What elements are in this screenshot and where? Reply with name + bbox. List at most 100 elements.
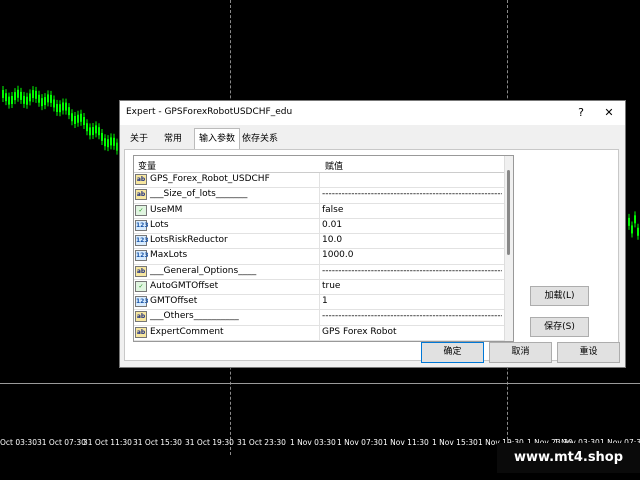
- save-button[interactable]: 保存(S): [530, 317, 589, 337]
- grid-header: 变量 赋值: [134, 156, 504, 173]
- candle-body: [92, 127, 94, 136]
- scrollbar-thumb[interactable]: [507, 170, 510, 255]
- parameter-value[interactable]: 0.01: [322, 220, 502, 230]
- parameter-value[interactable]: GPS Forex Robot: [322, 327, 502, 337]
- parameter-name-cell: 123 LotsRiskReductor: [134, 234, 320, 249]
- column-header-value[interactable]: 赋值: [325, 159, 343, 172]
- load-button-label: 加载(L): [544, 291, 575, 301]
- load-button[interactable]: 加载(L): [530, 286, 589, 306]
- string-type-icon: ab: [135, 265, 147, 277]
- column-header-variable[interactable]: 变量: [138, 159, 156, 172]
- candle-body: [26, 96, 28, 105]
- parameter-name: GPS_Forex_Robot_USDCHF: [150, 174, 270, 184]
- candle-body: [5, 93, 7, 102]
- candle-body: [107, 139, 109, 148]
- candle-body: [631, 225, 633, 234]
- time-axis-tick-label: 31 Oct 23:30: [237, 438, 286, 447]
- time-axis-tick-label: 1 Nov 15:30: [432, 438, 478, 447]
- time-axis-tick-label: 31 Oct 19:30: [185, 438, 234, 447]
- parameter-row[interactable]: 123 Lots 0.01: [134, 218, 504, 234]
- time-axis-tick-label: 31 Oct 11:30: [83, 438, 132, 447]
- candle-body: [62, 102, 64, 111]
- number-type-icon: 123: [135, 219, 149, 231]
- close-icon[interactable]: ✕: [600, 104, 618, 122]
- parameter-name: MaxLots: [150, 250, 188, 261]
- candle-body: [23, 95, 25, 104]
- candle-body: [59, 104, 61, 113]
- candle-body: [29, 93, 31, 102]
- number-type-icon: 123: [135, 296, 149, 307]
- candle-body: [110, 137, 112, 146]
- string-type-icon: ab: [135, 189, 147, 201]
- number-type-icon: 123: [135, 250, 149, 262]
- parameter-name: AutoGMTOffset: [150, 280, 219, 291]
- cancel-button[interactable]: 取消: [489, 342, 552, 363]
- ok-button-label: 确定: [443, 347, 462, 357]
- parameter-value[interactable]: 10.0: [322, 235, 502, 245]
- candle-body: [20, 91, 22, 100]
- candle-body: [98, 127, 100, 136]
- inputs-tab-page: 变量 赋值 ab GPS_Forex_Robot_USDCHF ab ___Size_…: [124, 149, 619, 361]
- parameter-row[interactable]: ✓ UseMM false: [134, 203, 504, 219]
- candle-body: [71, 113, 73, 122]
- reset-button[interactable]: 重设: [557, 342, 620, 363]
- parameter-row[interactable]: ✓ AutoGMTOffset true: [134, 279, 504, 295]
- parameter-name: UseMM: [150, 204, 183, 215]
- ok-button[interactable]: 确定: [421, 342, 484, 363]
- grid-scrollbar[interactable]: [504, 156, 513, 341]
- parameter-value[interactable]: ----------------------------------------…: [322, 189, 502, 199]
- parameter-row[interactable]: 123 LotsRiskReductor 10.0: [134, 234, 504, 250]
- candle-body: [65, 102, 67, 111]
- candle-body: [86, 123, 88, 132]
- candle-body: [89, 127, 91, 136]
- help-icon[interactable]: ?: [572, 104, 590, 122]
- input-parameters-grid[interactable]: 变量 赋值 ab GPS_Forex_Robot_USDCHF ab ___Size_…: [133, 155, 514, 342]
- parameter-value[interactable]: 1: [322, 296, 502, 306]
- parameter-value[interactable]: false: [322, 205, 502, 215]
- candle-body: [14, 92, 16, 101]
- candle-body: [637, 227, 639, 236]
- candle-body: [95, 125, 97, 134]
- chart-horizontal-line: [0, 383, 640, 384]
- parameter-value[interactable]: true: [322, 281, 502, 291]
- time-axis-tick-label: 1 Nov 07:30: [337, 438, 383, 447]
- candle-body: [634, 215, 636, 224]
- tab-about[interactable]: 关于: [126, 131, 152, 147]
- candle-body: [8, 96, 10, 105]
- dialog-title: Expert - GPSForexRobotUSDCHF_edu: [126, 107, 293, 117]
- tab-inputs[interactable]: 输入参数: [194, 128, 241, 149]
- parameter-name-cell: ✓ AutoGMTOffset: [134, 279, 320, 294]
- parameter-name-cell: 123 GMTOffset: [134, 295, 320, 310]
- parameter-name: LotsRiskReductor: [150, 235, 228, 245]
- string-type-icon: ab: [135, 326, 147, 338]
- parameter-row[interactable]: 123 GMTOffset 1: [134, 295, 504, 311]
- save-button-label: 保存(S): [544, 322, 575, 332]
- parameter-name-cell: 123 MaxLots: [134, 249, 320, 264]
- candle-body: [50, 94, 52, 103]
- time-axis-tick-label: 31 Oct 15:30: [133, 438, 182, 447]
- dialog-titlebar[interactable]: Expert - GPSForexRobotUSDCHF_edu ? ✕: [120, 101, 625, 125]
- parameter-row[interactable]: ab ___Others__________ -------------------…: [134, 310, 504, 326]
- parameter-name-cell: ✓ UseMM: [134, 203, 320, 218]
- time-axis-tick-label: 1 Nov 11:30: [383, 438, 429, 447]
- parameter-row[interactable]: 123 MaxLots 1000.0: [134, 249, 504, 265]
- parameter-value[interactable]: ----------------------------------------…: [322, 266, 502, 276]
- grid-body: ab GPS_Forex_Robot_USDCHF ab ___Size_of_lot…: [134, 173, 504, 341]
- parameter-value[interactable]: 1000.0: [322, 250, 502, 260]
- candle-body: [2, 89, 4, 98]
- candle-body: [83, 117, 85, 126]
- tab-common[interactable]: 常用: [160, 131, 186, 147]
- string-type-icon: ab: [135, 174, 147, 185]
- parameter-row[interactable]: ab ___Size_of_lots_______ ----------------…: [134, 188, 504, 204]
- parameter-row[interactable]: ab ExpertComment GPS Forex Robot: [134, 325, 504, 341]
- candle-body: [11, 96, 13, 105]
- candle-body: [44, 97, 46, 106]
- time-axis-tick-label: 31 Oct 07:30: [37, 438, 86, 447]
- parameter-row[interactable]: ab ___General_Options____ ----------------…: [134, 264, 504, 280]
- parameter-value[interactable]: ----------------------------------------…: [322, 311, 502, 321]
- parameter-name-cell: ab GPS_Forex_Robot_USDCHF: [134, 173, 320, 188]
- parameter-name: ___Others__________: [150, 311, 239, 322]
- tab-dependencies[interactable]: 依存关系: [238, 131, 282, 147]
- parameter-row[interactable]: ab GPS_Forex_Robot_USDCHF: [134, 173, 504, 189]
- candle-body: [74, 115, 76, 124]
